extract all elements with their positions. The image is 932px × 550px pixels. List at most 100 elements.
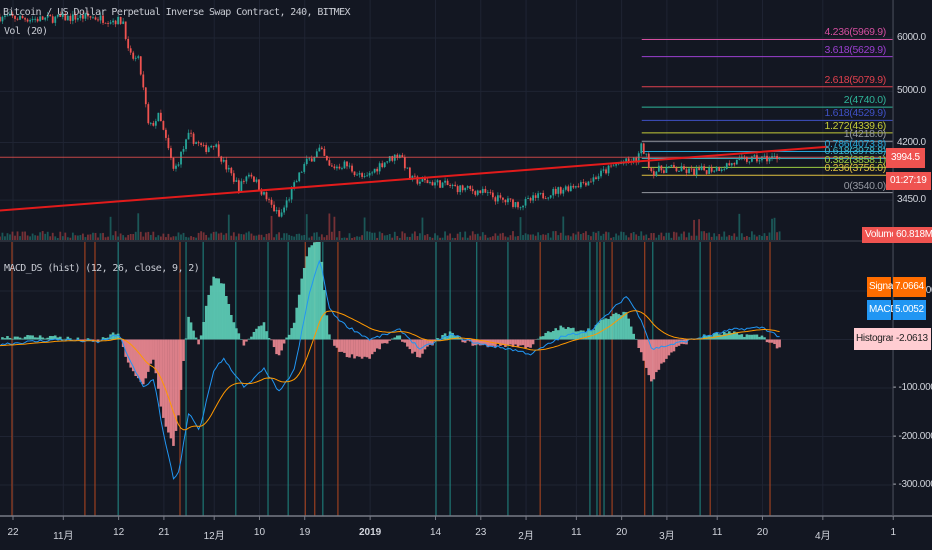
histogram-bar — [670, 339, 673, 353]
volume-bar — [713, 233, 716, 240]
candle-body — [703, 166, 706, 171]
candle-body — [285, 200, 288, 208]
histogram-bar — [365, 339, 369, 358]
volume-bar — [21, 231, 24, 240]
volume-bar — [14, 235, 16, 240]
volume-bar — [607, 232, 610, 240]
volume-bar — [771, 218, 773, 240]
histogram-bar — [287, 334, 291, 340]
volume-bar — [132, 234, 135, 240]
candle-body — [165, 129, 167, 138]
volume-bar — [509, 235, 512, 240]
volume-bar — [112, 235, 114, 240]
candle-body — [519, 207, 522, 209]
volume-bar — [386, 235, 389, 240]
candle-body — [650, 167, 653, 172]
candle-body — [753, 155, 756, 157]
candle-body — [766, 155, 768, 162]
volume-bar — [144, 232, 147, 240]
volume-bar — [127, 234, 130, 240]
histogram-bar — [519, 339, 522, 346]
histogram-bar — [504, 339, 507, 347]
volume-bar — [230, 235, 233, 240]
volume-bar — [270, 215, 273, 240]
volume-bar — [416, 236, 419, 240]
histogram-bar — [177, 339, 180, 416]
volume-bar — [202, 232, 205, 240]
volume-bar — [59, 231, 62, 240]
candle-body — [502, 197, 504, 200]
histogram-bar — [18, 337, 22, 340]
volume-bar — [424, 235, 426, 240]
volume-bar — [723, 231, 726, 240]
volume-bar — [695, 235, 698, 240]
candle-body — [544, 198, 547, 200]
candle-body — [109, 22, 112, 24]
grid-lines — [0, 0, 894, 516]
candle-body — [459, 185, 462, 193]
candle-body — [356, 174, 358, 176]
candle-body — [469, 186, 472, 189]
histogram-bar — [46, 337, 50, 340]
volume-study-legend[interactable]: Vol (20) — [4, 26, 48, 37]
candle-body — [351, 165, 353, 172]
volume-bar — [743, 236, 746, 240]
histogram-bar — [725, 333, 729, 340]
trendline[interactable] — [0, 145, 828, 212]
histogram-bar — [355, 339, 359, 357]
volume-bar — [107, 236, 109, 240]
histogram-bar — [644, 339, 648, 368]
candle-body — [258, 179, 260, 191]
histogram-bar — [167, 339, 170, 433]
histogram-bar — [363, 339, 366, 357]
volume-bar — [232, 232, 235, 240]
candle-body — [562, 189, 565, 194]
histogram-bar — [235, 328, 238, 340]
volume-bar — [165, 237, 167, 240]
volume-bar — [348, 233, 351, 240]
candle-body — [273, 204, 275, 212]
histogram-bar — [614, 312, 618, 340]
candle-body — [192, 133, 195, 144]
candle-body — [290, 188, 293, 200]
candle-body — [104, 22, 107, 24]
volume-bar — [154, 237, 157, 240]
volume-bar — [268, 233, 270, 240]
volume-bar — [640, 231, 643, 240]
candle-body — [358, 173, 361, 175]
candle-body — [733, 163, 736, 165]
histogram-bar — [564, 328, 568, 340]
volume-bar — [122, 235, 125, 240]
volume-bar — [514, 236, 517, 240]
histogram-bar — [738, 334, 741, 340]
chart-canvas[interactable] — [0, 0, 932, 550]
volume-bar — [602, 233, 605, 240]
volume-bar — [577, 231, 580, 240]
histogram-bar — [149, 339, 153, 364]
candle-body — [197, 142, 200, 144]
candle-body — [668, 166, 670, 168]
histogram-bar — [240, 338, 243, 340]
macd-study-legend[interactable]: MACD_DS (hist) (12, 26, close, 9, 2) — [4, 263, 200, 274]
candle-body — [270, 199, 273, 205]
candle-body — [363, 175, 366, 177]
candle-body — [640, 143, 643, 154]
candle-body — [486, 192, 489, 194]
histogram-bar — [353, 339, 356, 359]
volume-bar — [61, 236, 64, 240]
volume-bar — [288, 234, 291, 240]
histogram-bar — [214, 278, 218, 340]
volume-bars — [0, 213, 781, 240]
volume-bar — [84, 237, 87, 240]
volume-bar — [502, 232, 504, 240]
histogram-bar — [86, 338, 90, 340]
volume-bar — [622, 232, 625, 240]
candle-body — [441, 182, 444, 188]
volume-bar — [662, 236, 665, 240]
volume-bar — [104, 237, 107, 240]
volume-bar — [552, 231, 555, 240]
volume-bar — [690, 235, 693, 240]
volume-bar — [703, 231, 706, 240]
candle-body — [587, 181, 590, 186]
histogram-bar — [770, 339, 774, 343]
